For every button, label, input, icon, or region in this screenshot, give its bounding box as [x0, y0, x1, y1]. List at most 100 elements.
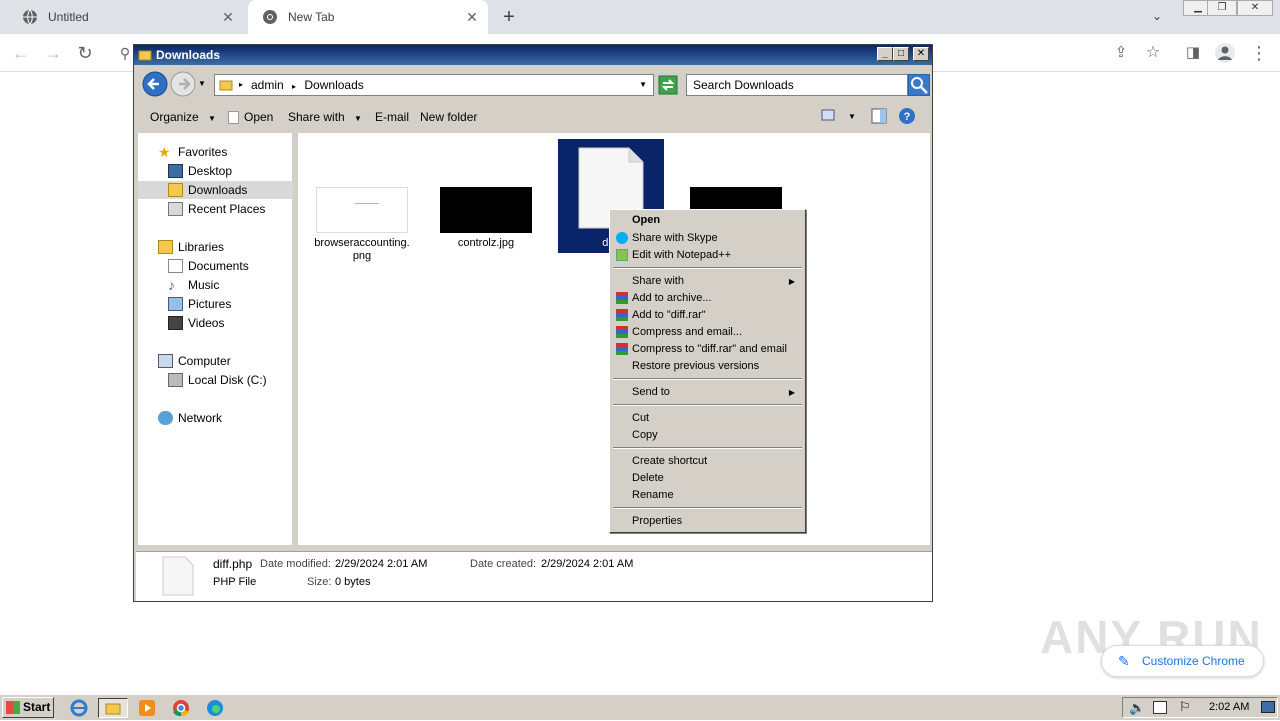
organize-button[interactable]: Organize ▼	[150, 110, 216, 124]
back-icon[interactable]: ←	[10, 42, 32, 64]
show-desktop-icon[interactable]	[1261, 701, 1275, 713]
nav-label: Libraries	[178, 240, 225, 254]
menu-label: Add to archive...	[632, 292, 712, 304]
window-title: Downloads	[156, 48, 221, 62]
menu-item-copy[interactable]: Copy	[612, 427, 803, 444]
chrome-menu-icon[interactable]: ⋮	[1248, 42, 1270, 64]
menu-label: Compress and email...	[632, 326, 743, 338]
menu-item-rename[interactable]: Rename	[612, 487, 803, 504]
menu-item-edit-notepad[interactable]: Edit with Notepad++	[612, 247, 803, 264]
menu-label: Share with Skype	[632, 232, 718, 244]
nav-libraries[interactable]: Libraries	[138, 238, 293, 256]
network-tray-icon[interactable]	[1153, 701, 1167, 714]
share-with-button[interactable]: Share with ▼	[288, 110, 362, 124]
internet-explorer-icon[interactable]	[68, 698, 90, 718]
breadcrumb-arrow-icon[interactable]: ▸	[239, 75, 243, 95]
menu-item-compress-diff-email[interactable]: Compress to "diff.rar" and email	[612, 341, 803, 358]
nav-favorites[interactable]: ★ Favorites	[138, 143, 293, 161]
new-folder-button[interactable]: New folder	[420, 110, 477, 124]
back-arrow-icon[interactable]	[142, 71, 168, 97]
folder-icon	[138, 50, 152, 61]
file-item[interactable]: controlz.jpg	[434, 187, 538, 250]
menu-item-cut[interactable]: Cut	[612, 410, 803, 427]
nav-computer[interactable]: Computer	[138, 352, 293, 370]
email-button[interactable]: E-mail	[375, 110, 409, 124]
restore-icon[interactable]: ❐	[1207, 0, 1237, 16]
minimize-icon[interactable]: _	[877, 47, 893, 61]
start-button[interactable]: Start	[2, 697, 54, 718]
search-icon[interactable]	[908, 74, 930, 96]
new-tab-button[interactable]: +	[498, 6, 520, 28]
breadcrumb-arrow-icon[interactable]: ▸	[292, 82, 296, 91]
chrome-tab-bar: Untitled ✕ New Tab ✕ + ⌄ ▁ ❐ ✕	[0, 0, 1280, 34]
nav-local-disk[interactable]: Local Disk (C:)	[138, 371, 293, 389]
menu-item-share-with[interactable]: Share with ▶	[612, 273, 803, 290]
submenu-arrow-icon: ▶	[788, 277, 795, 286]
close-tab-icon[interactable]: ✕	[220, 9, 236, 25]
forward-icon[interactable]: →	[42, 42, 64, 64]
close-icon[interactable]: ✕	[913, 47, 929, 61]
start-label: Start	[23, 700, 51, 714]
tab-untitled[interactable]: Untitled ✕	[8, 0, 244, 34]
skype-icon	[616, 232, 628, 244]
nav-videos[interactable]: Videos	[138, 314, 293, 332]
share-icon[interactable]: ⇪	[1110, 42, 1132, 64]
recent-pages-dropdown-icon[interactable]: ▼	[198, 79, 206, 88]
menu-item-share-skype[interactable]: Share with Skype	[612, 230, 803, 247]
clock[interactable]: 2:02 AM	[1209, 701, 1249, 713]
volume-icon[interactable]: 🔈	[1129, 700, 1145, 716]
nav-documents[interactable]: Documents	[138, 257, 293, 275]
preview-pane-icon[interactable]	[871, 108, 887, 127]
media-player-icon[interactable]	[136, 698, 158, 718]
nav-music[interactable]: ♪ Music	[138, 276, 293, 294]
menu-item-restore[interactable]: Restore previous versions	[612, 358, 803, 375]
dropdown-arrow-icon: ▼	[208, 114, 216, 123]
explorer-taskbar-button[interactable]	[98, 698, 128, 718]
customize-chrome-button[interactable]: ✎ Customize Chrome	[1101, 645, 1264, 677]
file-item[interactable]: browseraccounting. png	[310, 187, 414, 263]
nav-recent-places[interactable]: Recent Places	[138, 200, 293, 218]
menu-item-add-archive[interactable]: Add to archive...	[612, 290, 803, 307]
reload-icon[interactable]: ↻	[74, 42, 96, 64]
file-name: controlz.jpg	[457, 237, 515, 249]
breadcrumb-admin[interactable]: admin	[251, 78, 284, 92]
view-dropdown-icon[interactable]: ▼	[848, 112, 856, 121]
address-dropdown-icon[interactable]: ▼	[639, 75, 647, 95]
nav-pictures[interactable]: Pictures	[138, 295, 293, 313]
tab-new-tab[interactable]: New Tab ✕	[248, 0, 488, 34]
detail-filetype: PHP File	[213, 576, 257, 588]
menu-label: Compress to "diff.rar" and email	[632, 343, 787, 355]
refresh-icon[interactable]	[658, 75, 678, 95]
side-panel-icon[interactable]: ◨	[1182, 42, 1204, 64]
change-view-icon[interactable]	[821, 108, 835, 125]
nav-label: Downloads	[188, 183, 248, 197]
menu-item-open[interactable]: Open	[612, 212, 803, 229]
tab-search-icon[interactable]: ⌄	[1152, 9, 1162, 23]
menu-item-properties[interactable]: Properties	[612, 513, 803, 530]
menu-separator	[613, 507, 802, 509]
profile-avatar-icon[interactable]	[1214, 42, 1236, 64]
edge-icon[interactable]	[204, 698, 226, 718]
close-window-icon[interactable]: ✕	[1237, 0, 1273, 16]
customize-label: Customize Chrome	[1142, 654, 1245, 668]
nav-network[interactable]: Network	[138, 409, 293, 427]
search-input[interactable]: Search Downloads	[686, 74, 908, 96]
close-tab-icon[interactable]: ✕	[464, 9, 480, 25]
menu-item-compress-email[interactable]: Compress and email...	[612, 324, 803, 341]
breadcrumb-downloads[interactable]: Downloads	[304, 78, 363, 92]
menu-item-create-shortcut[interactable]: Create shortcut	[612, 453, 803, 470]
chrome-taskbar-icon[interactable]	[170, 698, 192, 718]
menu-item-send-to[interactable]: Send to ▶	[612, 384, 803, 401]
nav-downloads[interactable]: Downloads	[138, 181, 293, 199]
bookmark-star-icon[interactable]: ☆	[1142, 42, 1164, 64]
menu-item-delete[interactable]: Delete	[612, 470, 803, 487]
open-button[interactable]: Open	[228, 110, 273, 125]
help-icon[interactable]: ?	[898, 107, 916, 128]
forward-arrow-icon[interactable]	[170, 71, 196, 97]
action-center-flag-icon[interactable]: ⚐	[1179, 699, 1191, 715]
maximize-icon[interactable]: □	[893, 47, 909, 61]
menu-item-add-diff-rar[interactable]: Add to "diff.rar"	[612, 307, 803, 324]
menu-label: Send to	[632, 386, 670, 398]
nav-desktop[interactable]: Desktop	[138, 162, 293, 180]
address-bar[interactable]: ▸ admin ▸ Downloads ▼	[214, 74, 654, 96]
